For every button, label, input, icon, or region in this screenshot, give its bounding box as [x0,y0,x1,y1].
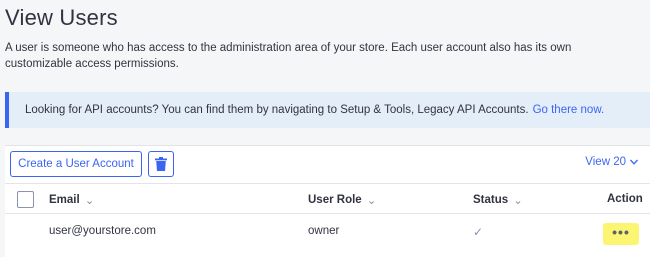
users-panel: Create a User Account View 20 Email ⌄ Us… [5,145,650,257]
ellipsis-icon: ••• [612,224,630,240]
chevron-down-icon: ⌄ [366,195,377,207]
api-accounts-notice: Looking for API accounts? You can find t… [5,92,650,128]
select-all-checkbox[interactable] [17,191,34,208]
column-status-label: Status [473,194,509,206]
trash-icon [155,157,167,171]
user-email: user@yourstore.com [49,225,156,237]
user-role: owner [308,225,340,237]
column-action: Action [607,193,643,205]
chevron-down-icon: ⌄ [513,195,523,207]
go-there-now-link[interactable]: Go there now. [533,104,605,116]
users-toolbar: Create a User Account View 20 [5,146,650,182]
column-email-label: Email [49,194,80,206]
view-count-label: View 20 [585,156,626,168]
table-row: user@yourstore.com owner ✓ ••• [5,215,650,257]
column-status[interactable]: Status ⌄ [473,193,523,207]
delete-button[interactable] [148,151,174,177]
chevron-down-icon [630,159,638,165]
view-per-page-dropdown[interactable]: View 20 [585,156,638,168]
column-user-role-label: User Role [308,194,362,206]
notice-text: Looking for API accounts? You can find t… [25,104,529,116]
table-header: Email ⌄ User Role ⌄ Status ⌄ Action [5,183,650,214]
column-user-role[interactable]: User Role ⌄ [308,193,376,207]
view-users-page: View Users A user is someone who has acc… [0,0,650,257]
row-actions-button[interactable]: ••• [603,223,639,245]
page-description: A user is someone who has access to the … [5,42,572,70]
page-title: View Users [5,5,118,30]
chevron-down-icon: ⌄ [84,195,95,207]
create-user-account-button[interactable]: Create a User Account [10,151,142,177]
column-email[interactable]: Email ⌄ [49,193,94,207]
status-check-icon: ✓ [473,225,484,239]
column-action-label: Action [607,193,643,205]
